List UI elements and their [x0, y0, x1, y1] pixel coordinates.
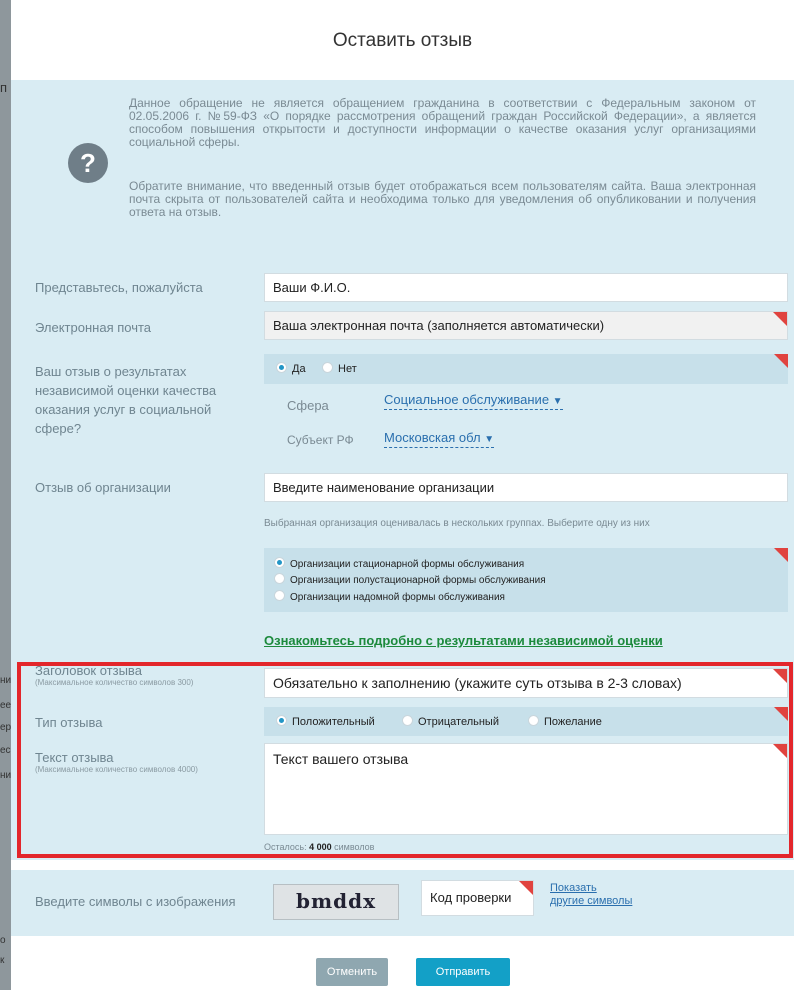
evaluation-no-label: Нет — [338, 363, 357, 375]
required-marker — [773, 312, 787, 326]
bg-fragment: ер — [0, 722, 12, 733]
group-option-label: Организации полустационарной формы обслу… — [290, 575, 546, 586]
name-label: Представьтесь, пожалуйста — [35, 280, 203, 295]
organization-input[interactable]: Введите наименование организации — [264, 473, 788, 502]
bg-fragment: ни — [0, 675, 12, 686]
refresh-line-2: другие символы — [550, 895, 633, 907]
submit-button[interactable]: Отправить — [416, 958, 510, 986]
organization-hint: Выбранная организация оценивалась в неск… — [264, 518, 650, 529]
results-link[interactable]: Ознакомьтесь подробно с результатами нез… — [264, 633, 663, 648]
captcha-input-value: Код проверки — [430, 890, 512, 905]
info-notice: ? Данное обращение не является обращение… — [11, 80, 794, 240]
captcha-image: bmddx — [273, 884, 399, 920]
bg-fragment: ее — [0, 700, 12, 711]
chevron-down-icon: ▼ — [484, 434, 495, 445]
bg-fragment: ес — [0, 745, 11, 756]
organization-label: Отзыв об организации — [35, 480, 171, 495]
bg-fragment: п — [0, 80, 8, 95]
organization-group-radio-group: Организации стационарной формы обслужива… — [264, 548, 788, 612]
captcha-refresh-link[interactable]: Показать другие символы — [550, 882, 632, 908]
group-option-label: Организации стационарной формы обслужива… — [290, 559, 525, 570]
highlight-frame — [17, 662, 793, 858]
email-label: Электронная почта — [35, 320, 152, 335]
email-input[interactable]: Ваша электронная почта (заполняется авто… — [264, 311, 788, 340]
info-paragraph-2: Обратите внимание, что введенный отзыв б… — [129, 179, 756, 219]
evaluation-radio-group: Да Нет — [264, 354, 788, 384]
sphere-dropdown[interactable]: Социальное обслуживание ▼ — [384, 392, 563, 410]
question-icon: ? — [68, 143, 108, 183]
bg-fragment: к — [0, 955, 5, 966]
region-value: Московская обл — [384, 430, 481, 445]
region-dropdown[interactable]: Московская обл ▼ — [384, 430, 495, 448]
refresh-line-1: Показать — [550, 882, 597, 894]
email-value: Ваша электронная почта (заполняется авто… — [273, 318, 605, 333]
region-label: Субъект РФ — [287, 433, 354, 447]
cancel-button[interactable]: Отменить — [316, 958, 388, 986]
info-paragraph-1: Данное обращение не является обращением … — [129, 96, 756, 149]
radio-icon — [322, 362, 333, 373]
group-option-2[interactable]: Организации полустационарной формы обслу… — [274, 573, 546, 586]
evaluation-yes-radio[interactable]: Да — [276, 362, 306, 375]
modal-title: Оставить отзыв — [332, 30, 473, 51]
radio-icon — [274, 590, 285, 601]
evaluation-no-radio[interactable]: Нет — [322, 362, 357, 375]
group-option-label: Организации надомной формы обслуживания — [290, 592, 505, 603]
required-marker — [519, 881, 533, 895]
radio-icon — [274, 573, 285, 584]
radio-selected-icon — [276, 362, 287, 373]
radio-selected-icon — [274, 557, 285, 568]
required-marker — [774, 548, 788, 562]
chevron-down-icon: ▼ — [552, 396, 563, 407]
captcha-label: Введите символы с изображения — [35, 894, 236, 909]
name-input[interactable]: Ваши Ф.И.О. — [264, 273, 788, 302]
required-marker — [774, 354, 788, 368]
captcha-row: Введите символы с изображения bmddx Код … — [11, 870, 794, 936]
bg-fragment: ни — [0, 770, 12, 781]
evaluation-label: Ваш отзыв о результатах независимой оцен… — [35, 364, 217, 436]
bg-fragment: о — [0, 935, 6, 946]
group-option-3[interactable]: Организации надомной формы обслуживания — [274, 590, 505, 603]
sphere-value: Социальное обслуживание — [384, 392, 550, 407]
feedback-modal: Оставить отзыв ? Данное обращение не явл… — [11, 0, 794, 990]
group-option-1[interactable]: Организации стационарной формы обслужива… — [274, 557, 524, 570]
sphere-label: Сфера — [287, 398, 329, 413]
evaluation-yes-label: Да — [292, 363, 306, 375]
captcha-input[interactable]: Код проверки — [421, 880, 534, 916]
